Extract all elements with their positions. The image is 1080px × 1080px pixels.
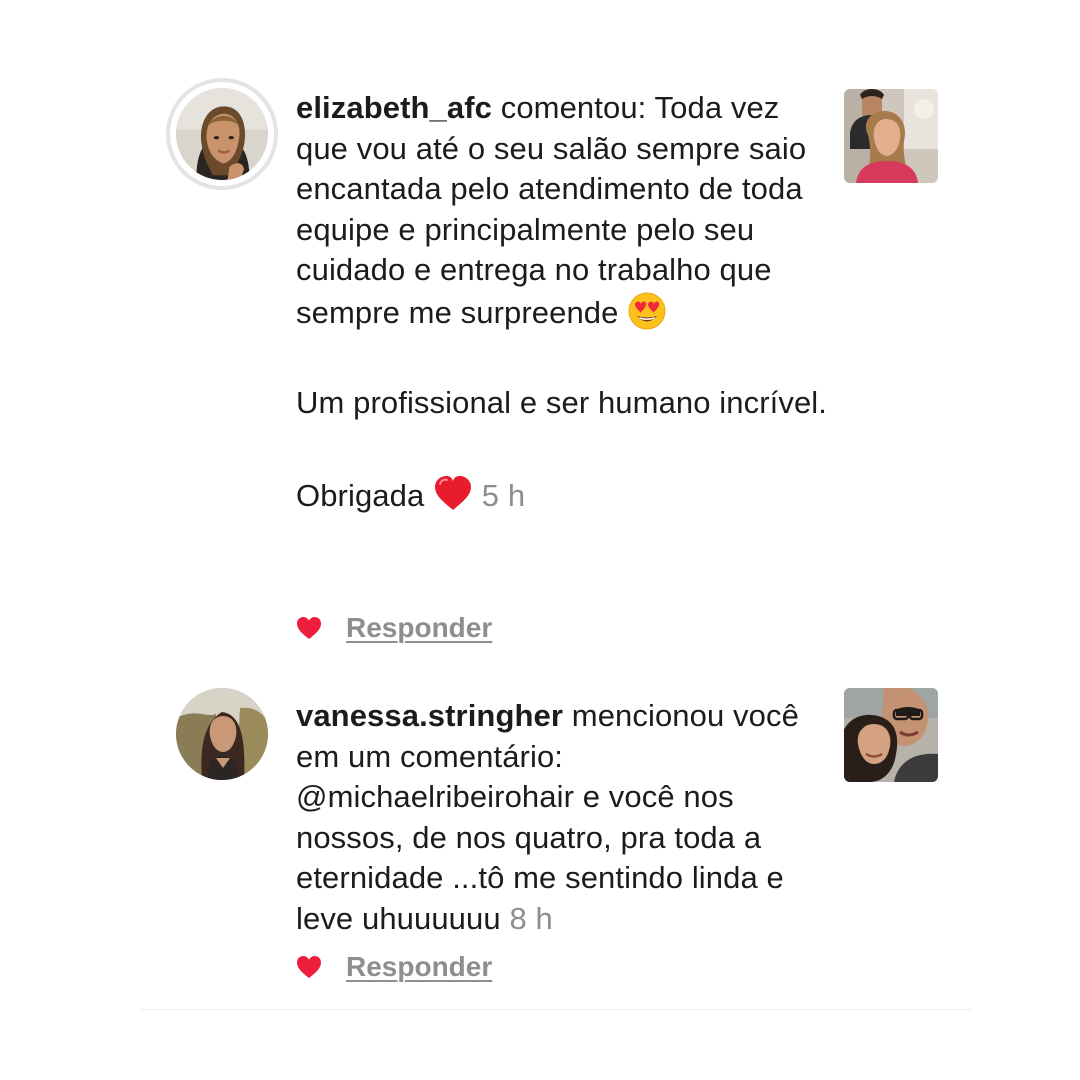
heart-eyes-emoji-icon [627, 292, 667, 330]
notification-item: elizabeth_afc comentou: Toda vez que vou… [0, 78, 1080, 658]
notification-item: vanessa.stringher mencionou você em um c… [0, 686, 1080, 1006]
post-thumbnail[interactable] [844, 89, 938, 183]
reply-button[interactable]: Responder [346, 951, 492, 983]
notification-text: elizabeth_afc comentou: Toda vez que vou… [296, 88, 836, 516]
comment-text: Obrigada [296, 477, 425, 513]
action-row: Responder [296, 949, 492, 985]
post-thumbnail[interactable] [844, 688, 938, 782]
activity-feed: elizabeth_afc comentou: Toda vez que vou… [0, 0, 1080, 1080]
timestamp: 8 h [509, 900, 553, 936]
like-heart-icon[interactable] [296, 616, 322, 640]
reply-button[interactable]: Responder [346, 612, 492, 644]
notification-action: comentou: [500, 90, 647, 125]
username[interactable]: elizabeth_afc [296, 90, 492, 125]
comment-text: Um profissional e ser humano incrível. [296, 385, 828, 420]
red-heart-emoji-icon [433, 475, 482, 513]
user-avatar[interactable] [166, 78, 278, 190]
username[interactable]: vanessa.stringher [296, 698, 563, 733]
timestamp: 5 h [481, 477, 526, 513]
notification-text: vanessa.stringher mencionou você em um c… [296, 696, 836, 939]
like-heart-icon[interactable] [296, 955, 322, 979]
user-avatar[interactable] [176, 688, 268, 780]
divider [140, 1009, 972, 1010]
action-row: Responder [296, 610, 492, 646]
comment-text: Toda vez que vou até o seu salão sempre … [296, 90, 807, 330]
avatar-photo [176, 88, 268, 180]
